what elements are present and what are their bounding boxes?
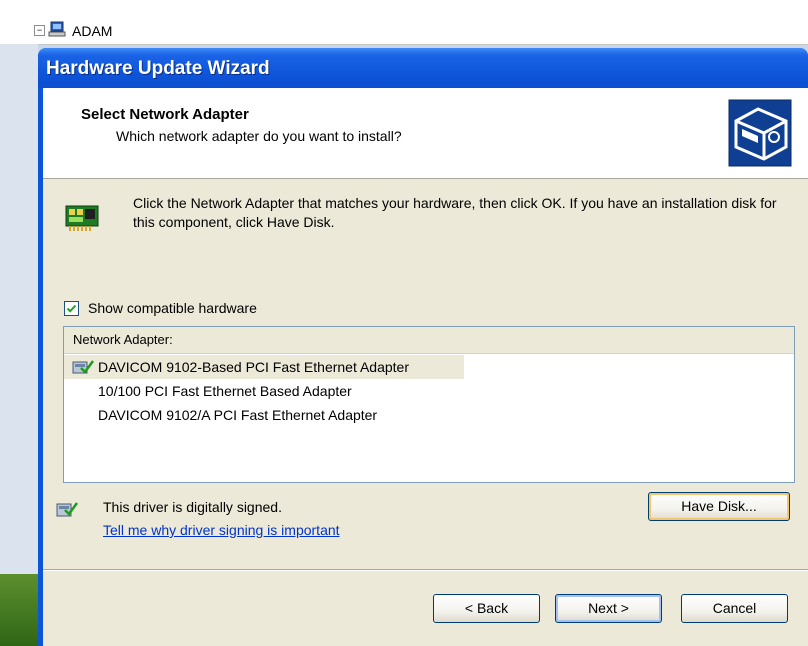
driver-signed-status: This driver is digitally signed. xyxy=(103,499,282,515)
driver-signing-help-link[interactable]: Tell me why driver signing is important xyxy=(103,522,340,538)
list-item-label: 10/100 PCI Fast Ethernet Based Adapter xyxy=(98,383,352,399)
window-title: Hardware Update Wizard xyxy=(46,58,270,79)
list-item-label: DAVICOM 9102-Based PCI Fast Ethernet Ada… xyxy=(98,359,410,375)
list-item-label: DAVICOM 9102/A PCI Fast Ethernet Adapter xyxy=(98,407,378,423)
list-header-label: Network Adapter: xyxy=(73,332,173,347)
page-subtitle: Which network adapter do you want to ins… xyxy=(116,128,402,144)
list-item[interactable]: DAVICOM 9102-Based PCI Fast Ethernet Ada… xyxy=(64,355,464,379)
computer-icon xyxy=(48,21,66,37)
hardware-wizard-icon xyxy=(728,99,792,167)
desktop-background xyxy=(0,44,38,646)
network-adapter-icon xyxy=(65,205,99,231)
wizard-client-area: Select Network Adapter Which network ada… xyxy=(43,88,808,646)
have-disk-button[interactable]: Have Disk... xyxy=(648,492,790,521)
wizard-header: Select Network Adapter Which network ada… xyxy=(43,88,808,179)
signed-driver-icon xyxy=(56,502,78,517)
show-compatible-checkbox[interactable] xyxy=(64,301,79,316)
next-button[interactable]: Next > xyxy=(555,594,662,623)
show-compatible-label[interactable]: Show compatible hardware xyxy=(88,300,257,316)
list-item[interactable]: DAVICOM 9102/A PCI Fast Ethernet Adapter xyxy=(64,403,464,427)
back-button[interactable]: < Back xyxy=(433,594,540,623)
page-title: Select Network Adapter xyxy=(81,106,249,123)
tree-collapse-icon[interactable]: − xyxy=(34,25,45,36)
title-bar[interactable]: Hardware Update Wizard xyxy=(38,48,808,88)
signed-driver-icon xyxy=(72,360,94,374)
device-manager-background: − ADAM xyxy=(0,0,808,45)
instruction-text: Click the Network Adapter that matches y… xyxy=(133,195,777,230)
footer-divider xyxy=(43,569,808,571)
tree-node-label[interactable]: ADAM xyxy=(72,23,112,39)
cancel-button[interactable]: Cancel xyxy=(681,594,788,623)
list-item[interactable]: 10/100 PCI Fast Ethernet Based Adapter xyxy=(64,379,464,403)
checkmark-icon xyxy=(66,304,77,313)
desktop-wallpaper xyxy=(0,574,38,646)
hardware-update-wizard-window: Hardware Update Wizard Select Network Ad… xyxy=(38,48,808,646)
network-adapter-list[interactable]: Network Adapter: DAVICOM 9102-Based PCI … xyxy=(63,326,795,483)
list-column-header[interactable]: Network Adapter: xyxy=(64,327,794,354)
